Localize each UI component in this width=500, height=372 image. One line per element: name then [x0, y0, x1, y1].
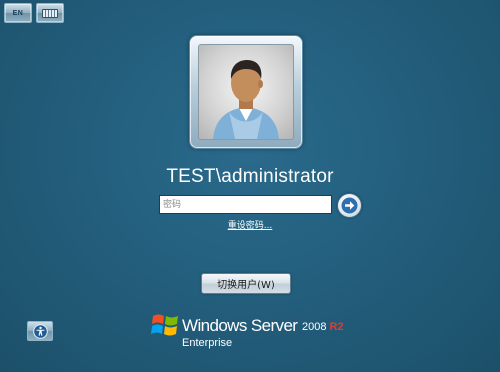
- ease-of-access-button[interactable]: [27, 321, 53, 341]
- avatar-frame: [189, 35, 303, 149]
- password-field[interactable]: [159, 195, 332, 214]
- brand-windows-text: Windows: [182, 316, 247, 335]
- reset-password-label: 重设密码...: [227, 221, 273, 231]
- language-button[interactable]: EN: [4, 3, 32, 23]
- user-name: TEST\administrator: [166, 166, 334, 187]
- brand-version-number: 2008: [302, 321, 327, 333]
- brand-product-name: Windows Server: [182, 316, 298, 336]
- keyboard-icon: [42, 8, 58, 18]
- submit-button[interactable]: [337, 193, 362, 218]
- login-screen: EN TEST\administrator 重设密码... 切换用户(W) Wi…: [0, 0, 500, 372]
- reset-password-link[interactable]: 重设密码...: [0, 218, 500, 231]
- brand-release: R2: [329, 321, 344, 333]
- language-label: EN: [12, 9, 24, 17]
- user-avatar-icon: [198, 44, 294, 140]
- windows-flag-icon: [151, 314, 178, 336]
- windows-server-logo: Windows Server 2008 R2 Enterprise: [151, 311, 351, 356]
- on-screen-keyboard-button[interactable]: [36, 3, 64, 23]
- brand-edition: Enterprise: [182, 337, 233, 349]
- brand-version: 2008 R2: [302, 321, 344, 333]
- switch-user-button[interactable]: 切换用户(W): [201, 273, 291, 294]
- ease-of-access-icon: [32, 323, 48, 339]
- arrow-right-icon: [341, 197, 358, 214]
- brand-server-text: Server: [250, 316, 298, 335]
